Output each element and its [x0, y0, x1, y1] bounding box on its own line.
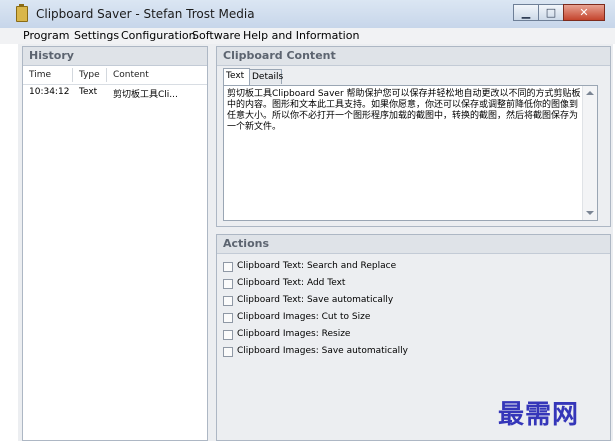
clipboard-text: 剪切板工具Clipboard Saver 帮助保护您可以保存并轻松地自动更改以不…: [227, 89, 581, 132]
checkbox[interactable]: [223, 330, 233, 340]
minimize-button[interactable]: ▁: [513, 4, 539, 21]
menu-bar: Program Settings Configuration Software …: [0, 28, 615, 44]
action-label[interactable]: Clipboard Images: Save automatically: [237, 346, 408, 356]
menu-settings[interactable]: Settings: [74, 29, 119, 42]
action-label[interactable]: Clipboard Text: Search and Replace: [237, 261, 396, 271]
tab-text[interactable]: Text: [223, 68, 250, 85]
history-table-header: Time Type Content: [23, 66, 207, 85]
history-title: History: [23, 47, 207, 66]
maximize-icon: □: [545, 6, 557, 19]
menu-software[interactable]: Software: [192, 29, 241, 42]
column-header-type[interactable]: Type: [79, 70, 100, 80]
checkbox[interactable]: [223, 347, 233, 357]
actions-title: Actions: [217, 235, 610, 254]
window-title: Clipboard Saver - Stefan Trost Media: [36, 7, 255, 21]
action-label[interactable]: Clipboard Images: Cut to Size: [237, 312, 370, 322]
checkbox[interactable]: [223, 262, 233, 272]
minimize-icon: ▁: [521, 6, 531, 19]
clipboard-content-panel: Clipboard Content Text Details 剪切板工具Clip…: [216, 46, 611, 227]
scroll-up-icon[interactable]: [586, 91, 594, 95]
vertical-scrollbar[interactable]: [582, 86, 597, 220]
action-label[interactable]: Clipboard Text: Save automatically: [237, 295, 393, 305]
clipboard-text-area[interactable]: 剪切板工具Clipboard Saver 帮助保护您可以保存并轻松地自动更改以不…: [223, 85, 598, 221]
column-header-content[interactable]: Content: [113, 70, 149, 80]
checkbox[interactable]: [223, 296, 233, 306]
watermark: 最需网: [498, 400, 580, 430]
main-area: History Time Type Content 10:34:12 Text …: [18, 44, 613, 441]
close-button[interactable]: ✕: [563, 4, 605, 21]
clipboard-content-title: Clipboard Content: [217, 47, 610, 66]
menu-configuration[interactable]: Configuration: [121, 29, 196, 42]
history-content: 剪切板工具Cli...: [113, 90, 178, 100]
tab-details[interactable]: Details: [249, 69, 283, 84]
maximize-button[interactable]: □: [538, 4, 564, 21]
history-time: 10:34:12: [29, 87, 70, 97]
action-label[interactable]: Clipboard Text: Add Text: [237, 278, 345, 288]
clipboard-app-icon: [16, 4, 28, 22]
table-row[interactable]: 10:34:12 Text 剪切板工具Cli...: [23, 85, 207, 101]
window-controls: ▁ □ ✕: [513, 4, 605, 22]
history-panel: History Time Type Content 10:34:12 Text …: [22, 46, 208, 441]
title-bar: Clipboard Saver - Stefan Trost Media ▁ □…: [0, 0, 615, 29]
column-header-time[interactable]: Time: [29, 70, 51, 80]
checkbox[interactable]: [223, 279, 233, 289]
action-label[interactable]: Clipboard Images: Resize: [237, 329, 350, 339]
menu-program[interactable]: Program: [23, 29, 69, 42]
checkbox[interactable]: [223, 313, 233, 323]
close-icon: ✕: [579, 6, 589, 19]
history-type: Text: [79, 87, 98, 97]
column-divider[interactable]: [72, 68, 73, 82]
menu-help-and-information[interactable]: Help and Information: [243, 29, 359, 42]
scroll-down-icon[interactable]: [586, 211, 594, 215]
column-divider[interactable]: [106, 68, 107, 82]
